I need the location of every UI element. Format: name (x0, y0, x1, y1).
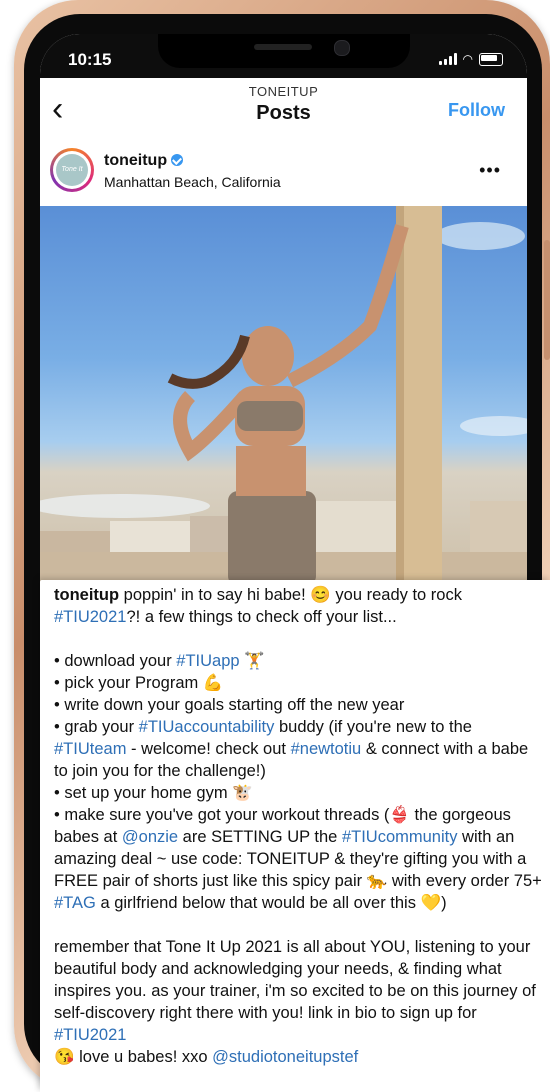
speaker (254, 44, 312, 50)
hashtag-link[interactable]: #TIUapp (176, 652, 239, 670)
header-username: TONEITUP (248, 84, 319, 99)
caption-intro-2: you ready to rock (330, 586, 462, 604)
signal-icon (438, 53, 457, 65)
bullet-4-c: - welcome! check out (126, 740, 291, 758)
closing-text-a: remember that Tone It Up 2021 is all abo… (54, 938, 536, 1022)
username-text[interactable]: toneitup (104, 152, 167, 169)
bullet-4-b: buddy (if you're new to the (274, 718, 472, 736)
hashtag-link[interactable]: #TIUteam (54, 740, 126, 758)
more-options-icon[interactable]: ••• (479, 160, 501, 181)
bullet-6-a: • make sure you've got your workout thre… (54, 806, 390, 824)
bullet-3-text: • write down your goals starting off the… (54, 696, 405, 714)
caption-text: toneitup poppin' in to say hi babe! 😊 yo… (54, 584, 544, 1068)
clothing-emoji-icon: 👙 (389, 806, 410, 824)
kiss-emoji-icon: 😘 (54, 1048, 75, 1066)
bullet-7-text: a girlfriend below that would be all ove… (95, 894, 421, 912)
bull-emoji-icon: 🐮 (232, 784, 253, 802)
notch (158, 34, 410, 68)
bullet-2-text: • pick your Program (54, 674, 203, 692)
hashtag-link[interactable]: #TIU2021 (54, 1026, 126, 1044)
status-bar: 10:15 ◠ (40, 34, 527, 78)
hashtag-link[interactable]: #TIU2021 (54, 608, 126, 626)
bullet-6-c: are SETTING UP the (178, 828, 342, 846)
verified-badge-icon (171, 154, 184, 166)
camera (334, 40, 350, 56)
bullet-4-a: • grab your (54, 718, 139, 736)
status-time: 10:15 (68, 50, 112, 69)
avatar-logo: Tone It Up (56, 154, 88, 205)
phone-side-button (544, 240, 550, 360)
post-header: Tone It Up toneitup Manhattan Beach, Cal… (40, 144, 527, 206)
mention-link[interactable]: @studiotoneitupstef (212, 1048, 358, 1066)
post-username[interactable]: toneitup (104, 152, 184, 170)
dumbbell-emoji-icon: 🏋 (244, 652, 265, 670)
battery-icon (479, 52, 503, 66)
leopard-emoji-icon: 🐆 (366, 872, 388, 890)
caption-author[interactable]: toneitup (54, 586, 119, 604)
caption-intro-1: poppin' in to say hi babe! (119, 586, 311, 604)
caption-intro-3: ?! a few things to check off your list..… (126, 608, 397, 626)
heart-emoji-icon: 💛 (420, 894, 442, 912)
bullet-5-text: • set up your home gym (54, 784, 233, 802)
muscle-emoji-icon: 💪 (202, 674, 224, 692)
bullet-7-end: ) (441, 894, 447, 912)
avatar[interactable]: Tone It Up (50, 148, 94, 205)
hashtag-link[interactable]: #TIUcommunity (342, 828, 458, 846)
bullet-1-text: • download your (54, 652, 177, 670)
hashtag-link[interactable]: #newtotiu (291, 740, 362, 758)
caption-card: toneitup poppin' in to say hi babe! 😊 yo… (40, 580, 550, 1092)
follow-button[interactable]: Follow (448, 100, 505, 121)
post-image[interactable] (40, 206, 527, 586)
hashtag-link[interactable]: #TAG (54, 894, 96, 912)
post-location[interactable]: Manhattan Beach, California (104, 174, 281, 190)
wifi-icon: ◠ (462, 52, 473, 66)
smile-emoji-icon: 😊 (310, 586, 331, 604)
closing-text-b: love u babes! xxo (74, 1048, 213, 1066)
hashtag-link[interactable]: #TIUaccountability (139, 718, 275, 736)
mention-link[interactable]: @onzie (122, 828, 178, 846)
nav-header: ‹ TONEITUP Posts Follow (40, 78, 527, 144)
bullet-6-e: with every order 75+ (387, 872, 542, 890)
status-icons: ◠ (438, 52, 503, 66)
